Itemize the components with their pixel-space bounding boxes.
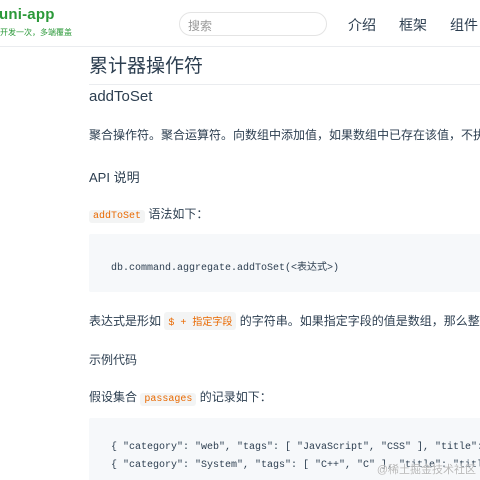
syntax-code-line: db.command.aggregate.addToSet(<表达式>): [111, 263, 340, 274]
syntax-code-block: db.command.aggregate.addToSet(<表达式>): [89, 234, 480, 292]
expression-suffix: 的字符串。如果指定字段的值是数组，那么整个数: [239, 314, 480, 328]
syntax-line: addToSet 语法如下：: [89, 205, 208, 223]
assume-line: 假设集合 passages 的记录如下：: [89, 388, 272, 406]
assume-prefix: 假设集合: [89, 390, 138, 404]
nav-link-framework[interactable]: 框架: [399, 15, 427, 35]
heading-divider: [89, 84, 480, 85]
record-line: { "category": "web", "tags": [ "JavaScri…: [111, 442, 480, 453]
section-heading-addtoset: addToSet: [89, 88, 153, 105]
nav-link-components[interactable]: 组件: [450, 15, 478, 35]
logo-slogan: 开发一次，多端覆盖: [0, 28, 72, 37]
expression-paragraph: 表达式是形如 $ + 指定字段 的字符串。如果指定字段的值是数组，那么整个数: [89, 312, 480, 330]
main-content: 累计器操作符 addToSet 聚合操作符。聚合运算符。向数组中添加值，如果数组…: [0, 46, 480, 480]
search-input[interactable]: 搜索: [179, 12, 327, 36]
top-navbar: uni-app 开发一次，多端覆盖 搜索 介绍 框架 组件: [0, 0, 480, 47]
search-placeholder: 搜索: [188, 19, 213, 33]
logo-title[interactable]: uni-app: [0, 6, 55, 23]
intro-paragraph: 聚合操作符。聚合运算符。向数组中添加值，如果数组中已存在该值，不执行任: [89, 128, 480, 142]
page-heading: 累计器操作符: [89, 56, 204, 77]
example-heading: 示例代码: [89, 353, 138, 367]
nav-link-intro[interactable]: 介绍: [348, 15, 376, 35]
inline-code-field: $ + 指定字段: [164, 312, 237, 330]
assume-suffix: 的记录如下：: [199, 390, 272, 404]
syntax-text: 语法如下：: [148, 207, 209, 221]
api-heading: API 说明: [89, 170, 140, 185]
inline-code-passages: passages: [140, 393, 197, 406]
expression-prefix: 表达式是形如: [89, 314, 162, 328]
inline-code-addtoset: addToSet: [89, 210, 146, 223]
watermark: @稀土掘金技术社区: [376, 464, 476, 476]
